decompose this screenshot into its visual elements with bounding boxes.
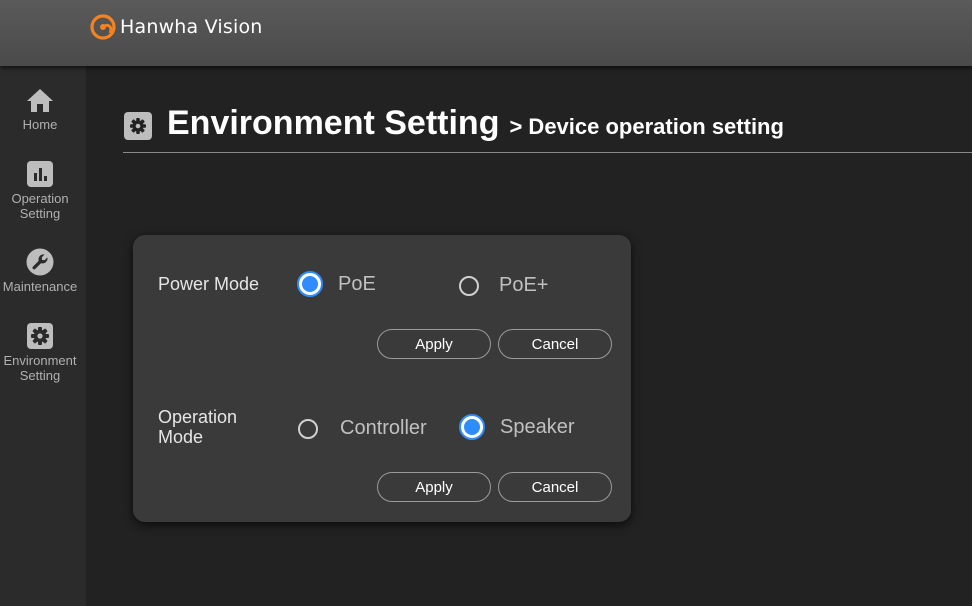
radio-label: Controller xyxy=(340,417,427,439)
gear-icon xyxy=(124,112,152,140)
breadcrumb: > Device operation setting xyxy=(509,114,784,139)
sidebar: Home Operation Setting Maintenance Envir… xyxy=(0,66,86,606)
radio-dot xyxy=(302,276,318,292)
bar-chart-icon xyxy=(26,160,54,188)
header-divider xyxy=(123,152,972,153)
radio-checked-icon xyxy=(297,271,323,297)
gear-icon xyxy=(26,322,54,350)
radio-poe-plus[interactable]: PoE+ xyxy=(459,274,548,297)
home-icon xyxy=(26,86,54,114)
radio-label: Speaker xyxy=(500,415,575,438)
sidebar-item-label: Operation Setting xyxy=(11,191,69,221)
sidebar-item-label: Maintenance xyxy=(2,279,78,294)
page-title: Environment Setting xyxy=(167,104,500,142)
main-content: Environment Setting > Device operation s… xyxy=(86,66,972,606)
hanwha-logo-icon xyxy=(88,12,118,42)
page-header: Environment Setting > Device operation s… xyxy=(124,104,784,148)
sidebar-item-label: Environment Setting xyxy=(3,353,77,383)
wrench-icon xyxy=(26,248,54,276)
power-mode-apply-button[interactable]: Apply xyxy=(377,329,491,359)
sidebar-item-label: Home xyxy=(22,117,58,132)
operation-mode-apply-button[interactable]: Apply xyxy=(377,472,491,502)
brand-logo[interactable]: Hanwha Vision xyxy=(88,12,263,42)
operation-mode-label: Operation Mode xyxy=(158,407,238,447)
device-operation-panel: Power Mode PoE PoE+ Apply Cancel Operati… xyxy=(133,235,631,522)
sidebar-item-maintenance[interactable]: Maintenance xyxy=(0,248,80,294)
radio-dot xyxy=(464,419,480,435)
power-mode-label: Power Mode xyxy=(158,274,260,294)
radio-label: PoE xyxy=(338,272,376,295)
radio-unchecked-icon xyxy=(298,418,318,439)
radio-poe[interactable]: PoE xyxy=(297,271,376,297)
brand-name: Hanwha Vision xyxy=(120,16,263,38)
sidebar-item-home[interactable]: Home xyxy=(0,86,80,132)
radio-label: PoE+ xyxy=(499,274,549,296)
sidebar-item-operation-setting[interactable]: Operation Setting xyxy=(0,160,80,221)
radio-speaker[interactable]: Speaker xyxy=(459,414,575,440)
radio-checked-icon xyxy=(459,414,485,440)
operation-mode-cancel-button[interactable]: Cancel xyxy=(498,472,612,502)
top-bar: Hanwha Vision xyxy=(0,0,972,66)
radio-unchecked-icon xyxy=(459,275,479,296)
radio-controller[interactable]: Controller xyxy=(298,417,427,440)
sidebar-item-environment-setting[interactable]: Environment Setting xyxy=(0,322,80,383)
power-mode-cancel-button[interactable]: Cancel xyxy=(498,329,612,359)
